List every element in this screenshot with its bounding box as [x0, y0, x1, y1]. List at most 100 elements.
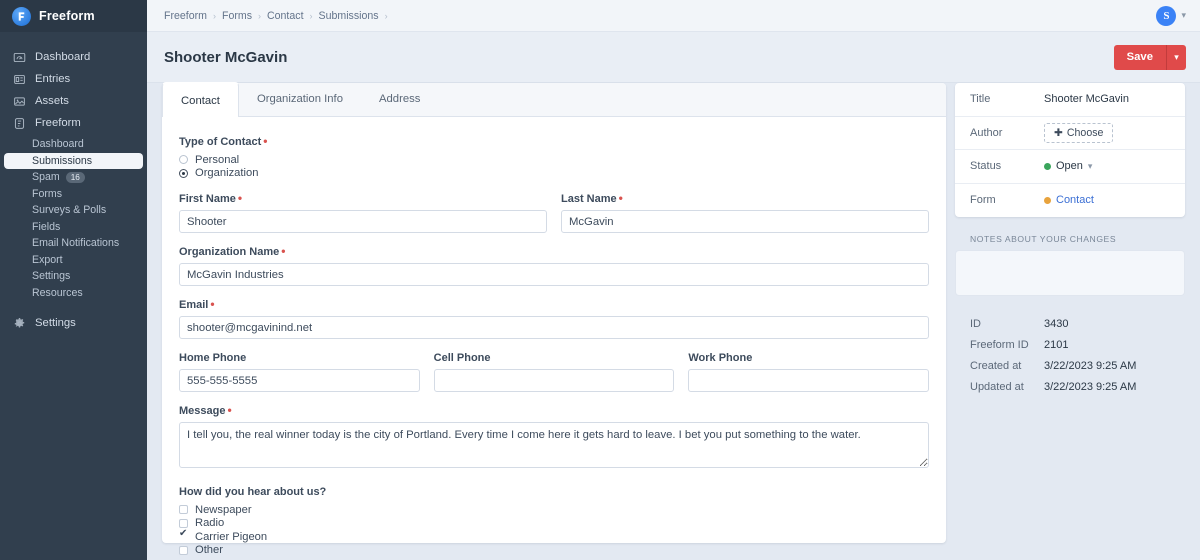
organization-name-input[interactable]: [179, 263, 929, 286]
freeform-logo-icon: [12, 7, 31, 26]
breadcrumb-separator-icon: ›: [385, 11, 388, 21]
sidebar-item-settings[interactable]: Settings: [0, 312, 147, 334]
notes-textarea[interactable]: [955, 250, 1185, 296]
topbar: Freeform › Forms › Contact › Submissions…: [147, 0, 1200, 32]
required-marker: •: [281, 244, 285, 258]
sidebar-item-email-notifications[interactable]: Email Notifications: [0, 235, 147, 252]
breadcrumb-item-forms[interactable]: Forms: [222, 10, 252, 22]
email-field-group: Email•: [179, 299, 929, 339]
info-value: 3/22/2023 9:25 AM: [1044, 381, 1136, 393]
home-phone-label: Home Phone: [179, 352, 420, 364]
sidebar-item-entries[interactable]: Entries: [0, 68, 147, 90]
status-dot-icon: [1044, 163, 1051, 170]
chevron-down-icon: ▾: [1088, 161, 1093, 172]
message-label: Message•: [179, 405, 929, 417]
breadcrumb-item-submissions[interactable]: Submissions: [319, 10, 379, 22]
phone-row: Home Phone Cell Phone Work Phone: [179, 352, 929, 392]
tab-address[interactable]: Address: [361, 82, 438, 116]
checkbox-checked-icon: [179, 532, 188, 541]
info-value: 3/22/2023 9:25 AM: [1044, 360, 1136, 372]
last-name-input[interactable]: [561, 210, 929, 233]
sidebar-label: Dashboard: [35, 51, 90, 63]
meta-value-status[interactable]: Open ▾: [1044, 160, 1092, 172]
sidebar-item-resources[interactable]: Resources: [0, 285, 147, 302]
sidebar-item-settings-sub[interactable]: Settings: [0, 268, 147, 285]
sidebar-item-assets[interactable]: Assets: [0, 90, 147, 112]
meta-row-author: Author ✚ Choose: [955, 117, 1185, 151]
chevron-down-icon: ▾: [1174, 52, 1179, 63]
checkbox-other[interactable]: Other: [179, 544, 929, 558]
sidebar: Freeform Dashboard Entries Assets Freefo…: [0, 0, 147, 560]
info-row-id: ID 3430: [970, 318, 1170, 330]
organization-name-label: Organization Name•: [179, 246, 929, 258]
message-textarea[interactable]: I tell you, the real winner today is the…: [179, 422, 929, 468]
radio-personal[interactable]: Personal: [179, 153, 929, 167]
checkbox-radio[interactable]: Radio: [179, 517, 929, 531]
save-options-button[interactable]: ▾: [1166, 45, 1186, 70]
meta-key: Status: [970, 160, 1044, 172]
meta-row-form: Form Contact: [955, 184, 1185, 218]
organization-name-row: Organization Name•: [179, 246, 929, 286]
required-marker: •: [210, 297, 214, 311]
radio-icon: [179, 155, 188, 164]
checkbox-label: Newspaper: [195, 504, 252, 516]
sidebar-item-fields[interactable]: Fields: [0, 219, 147, 236]
first-name-field-group: First Name•: [179, 193, 547, 233]
sidebar-label: Freeform: [35, 117, 81, 129]
choose-author-button[interactable]: ✚ Choose: [1044, 123, 1113, 143]
required-marker: •: [619, 191, 623, 205]
first-name-label: First Name•: [179, 193, 547, 205]
info-list: ID 3430 Freeform ID 2101 Created at 3/22…: [955, 318, 1185, 393]
sidebar-item-dashboard[interactable]: Dashboard: [0, 46, 147, 68]
sidebar-item-freeform[interactable]: Freeform: [0, 112, 147, 134]
page-title: Shooter McGavin: [164, 49, 287, 66]
sidebar-sublabel: Export: [32, 254, 63, 266]
home-phone-input[interactable]: [179, 369, 420, 392]
organization-name-field-group: Organization Name•: [179, 246, 929, 286]
breadcrumb-item-contact[interactable]: Contact: [267, 10, 304, 22]
gear-icon: [12, 316, 26, 330]
work-phone-input[interactable]: [688, 369, 929, 392]
info-value: 2101: [1044, 339, 1068, 351]
radio-label: Personal: [195, 154, 239, 166]
submission-form-card: Contact Organization Info Address Type o…: [162, 83, 946, 543]
label-text: Message: [179, 405, 225, 417]
info-row-created-at: Created at 3/22/2023 9:25 AM: [970, 360, 1170, 372]
label-text: Last Name: [561, 193, 617, 205]
email-input[interactable]: [179, 316, 929, 339]
form-link[interactable]: Contact: [1056, 194, 1094, 206]
required-marker: •: [263, 134, 267, 148]
info-row-freeform-id: Freeform ID 2101: [970, 339, 1170, 351]
meta-row-status: Status Open ▾: [955, 150, 1185, 184]
label-text: Type of Contact: [179, 136, 261, 148]
user-menu[interactable]: S ▾: [1156, 6, 1186, 26]
sidebar-item-submissions[interactable]: Submissions: [4, 153, 143, 170]
sidebar-label: Entries: [35, 73, 70, 85]
work-phone-label: Work Phone: [688, 352, 929, 364]
meta-key: Author: [970, 127, 1044, 139]
tab-contact[interactable]: Contact: [162, 82, 239, 117]
sidebar-item-spam[interactable]: Spam 16: [0, 169, 147, 186]
spam-count-badge: 16: [66, 172, 85, 183]
save-button[interactable]: Save: [1114, 45, 1166, 70]
sidebar-item-export[interactable]: Export: [0, 252, 147, 269]
sidebar-item-dashboard-sub[interactable]: Dashboard: [0, 136, 147, 153]
checkbox-newspaper[interactable]: Newspaper: [179, 503, 929, 517]
tab-organization-info[interactable]: Organization Info: [239, 82, 361, 116]
checkbox-icon: [179, 505, 188, 514]
brand-name: Freeform: [39, 9, 95, 23]
brand-header[interactable]: Freeform: [0, 0, 147, 32]
sidebar-sublabel: Forms: [32, 188, 62, 200]
sidebar-sublabel: Fields: [32, 221, 60, 233]
breadcrumb-item-freeform[interactable]: Freeform: [164, 10, 207, 22]
type-of-contact-label: Type of Contact•: [179, 136, 929, 148]
form-tabs: Contact Organization Info Address: [162, 83, 946, 117]
cell-phone-input[interactable]: [434, 369, 675, 392]
radio-selected-icon: [179, 169, 188, 178]
sidebar-item-surveys-polls[interactable]: Surveys & Polls: [0, 202, 147, 219]
sidebar-item-forms[interactable]: Forms: [0, 186, 147, 203]
radio-organization[interactable]: Organization: [179, 167, 929, 181]
first-name-input[interactable]: [179, 210, 547, 233]
checkbox-carrier-pigeon[interactable]: Carrier Pigeon: [179, 530, 929, 544]
name-row: First Name• Last Name•: [179, 193, 929, 233]
